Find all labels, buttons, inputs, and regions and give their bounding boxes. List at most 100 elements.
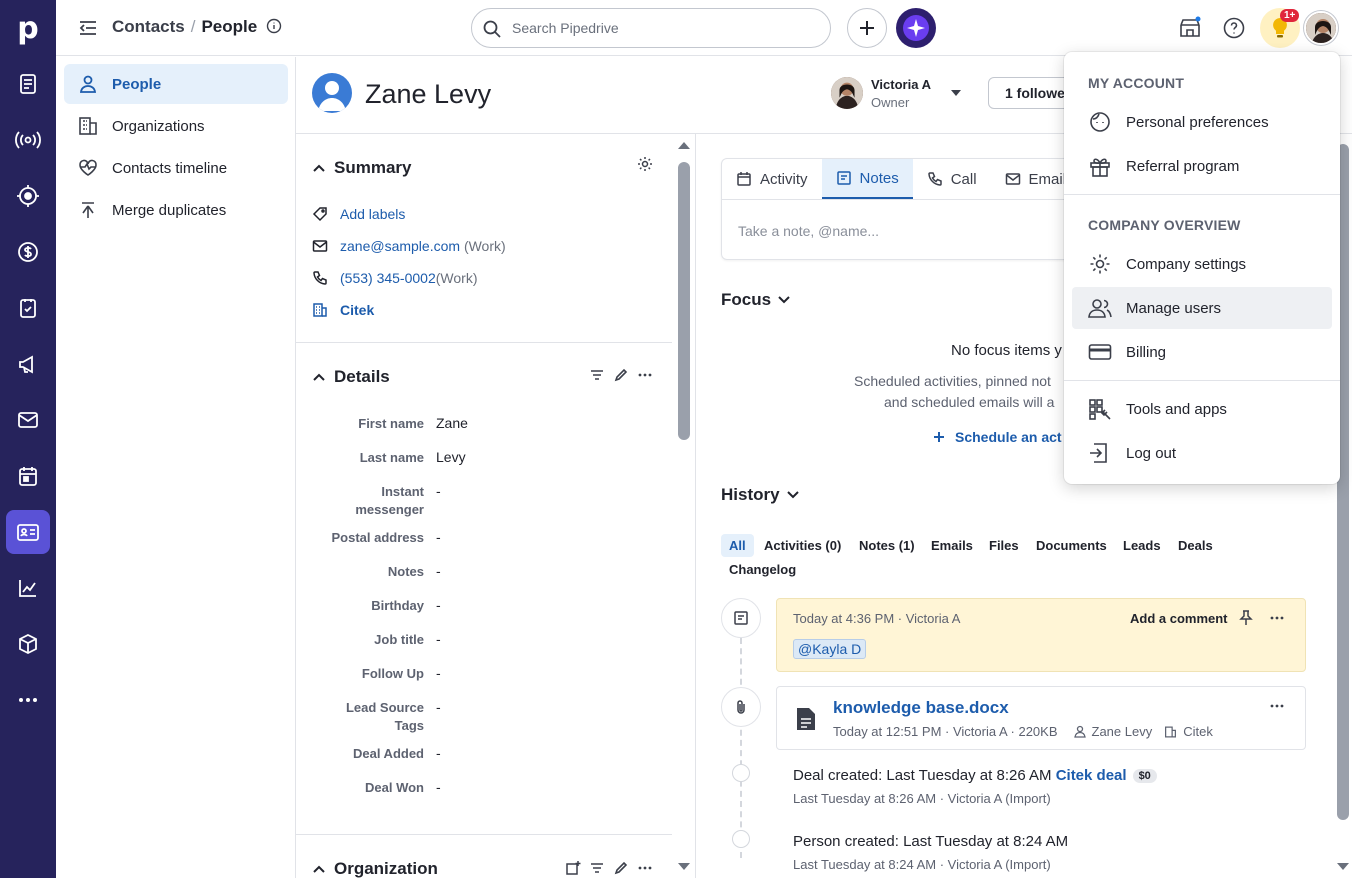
person-name[interactable]: Zane Levy	[365, 79, 491, 110]
help-icon[interactable]	[1222, 16, 1246, 43]
schedule-link-label: Schedule an act	[955, 429, 1062, 445]
campaigns-megaphone-icon[interactable]	[6, 342, 50, 386]
ai-assistant-button[interactable]	[896, 8, 936, 48]
note-more-icon[interactable]	[1269, 610, 1285, 629]
edit-pencil-icon[interactable]	[613, 367, 629, 386]
note-input[interactable]: Take a note, @name...	[738, 223, 879, 239]
envelope-icon	[312, 238, 336, 254]
email-link[interactable]: zane@sample.com	[340, 238, 460, 254]
focus-empty-line1: Scheduled activities, pinned not	[854, 373, 1051, 389]
file-more-icon[interactable]	[1269, 698, 1285, 717]
filter-icon[interactable]	[589, 367, 605, 386]
chevron-down-icon	[778, 296, 790, 304]
field-value: -	[436, 563, 441, 579]
subnav-item-people[interactable]: People	[64, 64, 288, 104]
menu-label: Manage users	[1126, 299, 1222, 317]
phone-type: (Work)	[435, 270, 478, 286]
mail-icon[interactable]	[6, 398, 50, 442]
tab-activity[interactable]: Activity	[722, 159, 822, 199]
file-org[interactable]: Citek	[1183, 724, 1213, 739]
sidebar-scrollbar[interactable]	[676, 134, 690, 878]
menu-divider	[1064, 380, 1340, 381]
schedule-activity-link[interactable]: Schedule an act	[933, 429, 1062, 445]
file-person[interactable]: Zane Levy	[1092, 724, 1153, 739]
quick-add-button[interactable]	[847, 8, 887, 48]
filter-deals[interactable]: Deals	[1170, 534, 1221, 557]
sidebar-toggle-icon[interactable]	[78, 18, 98, 41]
subnav-item-organizations[interactable]: Organizations	[64, 106, 288, 146]
menu-label: Referral program	[1126, 157, 1240, 175]
edit-pencil-icon[interactable]	[613, 860, 629, 878]
owner-selector[interactable]: Victoria A Owner	[831, 77, 971, 113]
deal-link[interactable]: Citek deal	[1056, 767, 1127, 784]
activities-icon[interactable]	[6, 286, 50, 330]
products-box-icon[interactable]	[6, 622, 50, 666]
filter-emails[interactable]: Emails	[923, 534, 981, 557]
filter-all[interactable]: All	[721, 534, 754, 557]
menu-tools-and-apps[interactable]: Tools and apps	[1072, 388, 1332, 430]
insights-chart-icon[interactable]	[6, 566, 50, 610]
more-options-icon[interactable]	[637, 860, 653, 878]
marketplace-icon[interactable]	[1178, 16, 1202, 43]
field-value: -	[436, 665, 441, 681]
filter-icon[interactable]	[589, 860, 605, 878]
more-icon[interactable]	[6, 678, 50, 722]
add-labels-link[interactable]: Add labels	[340, 206, 405, 222]
filter-files[interactable]: Files	[981, 534, 1027, 557]
add-labels-row[interactable]: Add labels	[312, 206, 405, 222]
breadcrumb-contacts[interactable]: Contacts	[112, 17, 185, 36]
calendar-icon[interactable]	[6, 454, 50, 498]
file-name-link[interactable]: knowledge base.docx	[833, 698, 1009, 718]
summary-header[interactable]: Summary	[312, 158, 411, 178]
tips-bulb-button[interactable]: 1+	[1260, 8, 1300, 48]
summary-title: Summary	[334, 158, 412, 177]
colon: :	[878, 767, 887, 784]
organization-section-header[interactable]: Organization	[312, 859, 438, 878]
mention-chip[interactable]: @Kayla D	[793, 639, 867, 659]
menu-personal-preferences[interactable]: Personal preferences	[1072, 101, 1332, 143]
menu-billing[interactable]: Billing	[1072, 331, 1332, 373]
gear-icon	[1088, 253, 1112, 279]
summary-settings-gear-icon[interactable]	[637, 156, 653, 175]
subnav-item-merge-duplicates[interactable]: Merge duplicates	[64, 190, 288, 230]
phone-link[interactable]: (553) 345-0002	[340, 270, 436, 286]
account-menu: MY ACCOUNT Personal preferences Referral…	[1064, 52, 1340, 484]
note-card[interactable]: Today at 4:36 PM · Victoria A Add a comm…	[776, 598, 1306, 672]
tab-call[interactable]: Call	[913, 159, 991, 199]
subnav-item-contacts-timeline[interactable]: Contacts timeline	[64, 148, 288, 188]
tab-notes[interactable]: Notes	[821, 159, 913, 199]
filter-activities[interactable]: Activities (0)	[756, 534, 849, 557]
organization-link[interactable]: Citek	[340, 302, 374, 318]
details-header[interactable]: Details	[312, 367, 390, 387]
filter-documents[interactable]: Documents	[1028, 534, 1115, 557]
focus-header[interactable]: Focus	[721, 290, 791, 310]
divider	[296, 342, 672, 343]
target-icon[interactable]	[6, 174, 50, 218]
file-card[interactable]: knowledge base.docx Today at 12:51 PM · …	[776, 686, 1306, 750]
menu-referral-program[interactable]: Referral program	[1072, 145, 1332, 187]
change-org-icon[interactable]	[565, 860, 581, 878]
contacts-card-icon[interactable]	[6, 510, 50, 554]
add-comment-button[interactable]: Add a comment	[1130, 611, 1228, 626]
scroll-up-arrow-icon	[678, 142, 690, 149]
mail-icon	[1005, 173, 1020, 185]
field-label: Deal Added	[352, 746, 424, 761]
user-avatar-button[interactable]	[1304, 11, 1338, 45]
menu-manage-users[interactable]: Manage users	[1072, 287, 1332, 329]
pin-icon[interactable]	[1239, 610, 1253, 629]
broadcast-icon[interactable]	[6, 118, 50, 162]
menu-company-settings[interactable]: Company settings	[1072, 243, 1332, 285]
chevron-up-icon	[313, 865, 325, 873]
filter-notes[interactable]: Notes (1)	[851, 534, 923, 557]
history-header[interactable]: History	[721, 485, 800, 505]
filter-leads[interactable]: Leads	[1115, 534, 1169, 557]
scrollbar-thumb[interactable]	[678, 162, 690, 440]
info-icon[interactable]	[266, 18, 282, 34]
menu-log-out[interactable]: Log out	[1072, 432, 1332, 474]
more-options-icon[interactable]	[637, 367, 653, 386]
leads-inbox-icon[interactable]	[6, 62, 50, 106]
pipedrive-logo[interactable]: p	[0, 0, 56, 56]
filter-changelog[interactable]: Changelog	[721, 558, 804, 581]
search-input[interactable]: Search Pipedrive	[471, 8, 831, 48]
deals-dollar-icon[interactable]	[6, 230, 50, 274]
